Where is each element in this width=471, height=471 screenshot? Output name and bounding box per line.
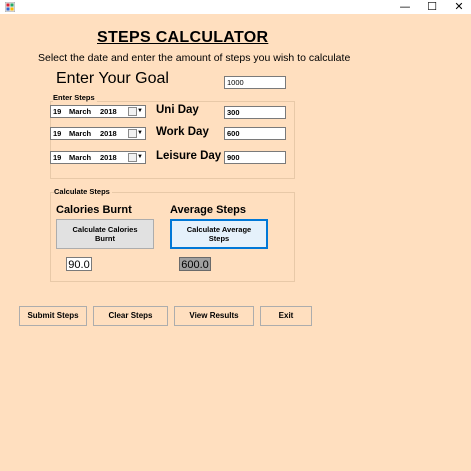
calculate-steps-group-title: Calculate Steps [54,187,112,196]
date-month: March [69,153,92,162]
date-year: 2018 [100,153,117,162]
date-month: March [69,107,92,116]
date-day: 19 [53,153,62,162]
clear-steps-button[interactable]: Clear Steps [93,306,168,326]
calendar-icon [128,129,137,138]
goal-label: Enter Your Goal [56,70,169,87]
uni-day-date-picker[interactable]: 19 March 2018 ▼ [50,105,146,118]
exit-button[interactable]: Exit [260,306,312,326]
submit-steps-button[interactable]: Submit Steps [19,306,87,326]
app-icon [5,2,15,12]
chevron-down-icon: ▼ [137,154,143,160]
leisure-day-steps-input[interactable]: 900 [224,151,286,164]
goal-input[interactable]: 1000 [224,76,286,89]
calendar-icon [128,107,137,116]
page-title: STEPS CALCULATOR [97,29,269,46]
maximize-button[interactable]: ☐ [419,0,445,14]
leisure-day-label: Leisure Day [156,150,222,162]
calendar-icon [128,153,137,162]
instructions-text: Select the date and enter the amount of … [38,52,351,64]
view-results-button[interactable]: View Results [174,306,254,326]
uni-day-label: Uni Day [156,104,199,116]
title-bar: — ☐ ✕ [0,0,471,14]
work-day-date-picker[interactable]: 19 March 2018 ▼ [50,127,146,140]
uni-day-steps-input[interactable]: 300 [224,106,286,119]
average-result: 600.0 [179,257,211,271]
work-day-label: Work Day [156,126,209,138]
steps-calculator-form: STEPS CALCULATOR Select the date and ent… [0,14,471,471]
calories-result: 90.0 [66,257,92,271]
date-day: 19 [53,129,62,138]
date-month: March [69,129,92,138]
chevron-down-icon: ▼ [137,130,143,136]
date-year: 2018 [100,129,117,138]
calories-burnt-heading: Calories Burnt [56,204,132,216]
calculate-calories-button[interactable]: Calculate Calories Burnt [56,219,154,249]
date-year: 2018 [100,107,117,116]
average-steps-heading: Average Steps [170,204,247,216]
close-button[interactable]: ✕ [446,0,471,14]
date-day: 19 [53,107,62,116]
enter-steps-group-title: Enter Steps [53,93,97,102]
chevron-down-icon: ▼ [137,108,143,114]
minimize-button[interactable]: — [392,0,418,14]
work-day-steps-input[interactable]: 600 [224,127,286,140]
leisure-day-date-picker[interactable]: 19 March 2018 ▼ [50,151,146,164]
calculate-average-button[interactable]: Calculate Average Steps [170,219,268,249]
